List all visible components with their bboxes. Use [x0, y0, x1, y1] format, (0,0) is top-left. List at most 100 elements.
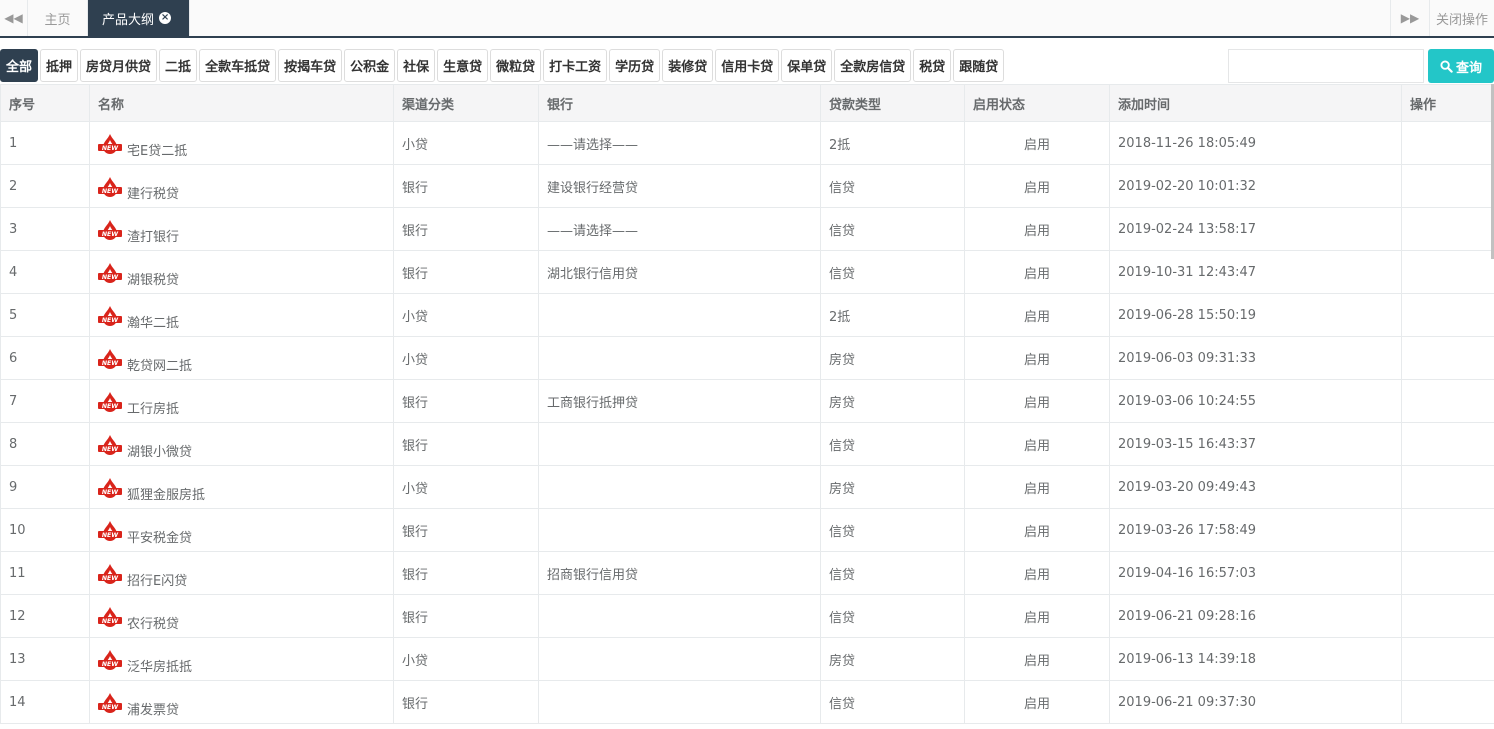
filter-button[interactable]: 房贷月供贷 — [80, 49, 158, 82]
column-header-status[interactable]: 启用状态 — [964, 84, 1110, 122]
cell-actions[interactable] — [1401, 637, 1494, 681]
product-name[interactable]: 招行E闪贷 — [127, 562, 187, 589]
filter-button[interactable]: 按揭车贷 — [278, 49, 343, 82]
cell-name: NEW 工行房抵 — [89, 379, 394, 423]
column-header-name[interactable]: 名称 — [89, 84, 394, 122]
cell-status: 启用 — [964, 594, 1110, 638]
cell-added-time: 2019-10-31 12:43:47 — [1109, 250, 1402, 294]
product-name[interactable]: 平安税金贷 — [127, 519, 192, 546]
product-name[interactable]: 渣打银行 — [127, 218, 179, 245]
filter-button[interactable]: 社保 — [397, 49, 436, 82]
product-name[interactable]: 狐狸金服房抵 — [127, 476, 205, 503]
cell-bank: 工商银行抵押贷 — [538, 379, 821, 423]
table-row[interactable]: 11 NEW 招行E闪贷 银行 招商银行信用贷 信贷 启用 2019-04-16 16:5… — [0, 551, 1494, 595]
cell-loan-type: 信贷 — [820, 594, 965, 638]
tab-home[interactable]: 主页 — [28, 0, 88, 36]
svg-text:NEW: NEW — [102, 188, 119, 195]
column-header-loan-type[interactable]: 贷款类型 — [820, 84, 965, 122]
svg-text:NEW: NEW — [102, 231, 119, 238]
cell-actions[interactable] — [1401, 250, 1494, 294]
table-row[interactable]: 6 NEW 乾贷网二抵 小贷 房贷 启用 2019-06-03 09:31:33 — [0, 336, 1494, 380]
filter-button[interactable]: 跟随贷 — [953, 49, 1005, 82]
cell-actions[interactable] — [1401, 379, 1494, 423]
filter-button[interactable]: 信用卡贷 — [715, 49, 780, 82]
filter-button[interactable]: 公积金 — [344, 49, 396, 82]
table-row[interactable]: 5 NEW 瀚华二抵 小贷 2抵 启用 2019-06-28 15:50:19 — [0, 293, 1494, 337]
cell-actions[interactable] — [1401, 207, 1494, 251]
cell-status: 启用 — [964, 250, 1110, 294]
product-name[interactable]: 湖银小微贷 — [127, 433, 192, 460]
product-name[interactable]: 泛华房抵抵 — [127, 648, 192, 675]
tab-scroll-left-button[interactable]: ◀◀ — [0, 0, 28, 36]
column-header-bank[interactable]: 银行 — [538, 84, 821, 122]
filter-button[interactable]: 全款房信贷 — [834, 49, 912, 82]
product-name[interactable]: 建行税贷 — [127, 175, 179, 202]
table-row[interactable]: 14 NEW 浦发票贷 银行 信贷 启用 2019-06-21 09:37:30 — [0, 680, 1494, 724]
cell-actions[interactable] — [1401, 680, 1494, 724]
search-button[interactable]: 查询 — [1428, 49, 1494, 83]
cell-loan-type: 房贷 — [820, 637, 965, 681]
product-name[interactable]: 工行房抵 — [127, 390, 179, 417]
filter-button[interactable]: 生意贷 — [437, 49, 489, 82]
filter-button[interactable]: 全款车抵贷 — [199, 49, 277, 82]
table-row[interactable]: 12 NEW 农行税贷 银行 信贷 启用 2019-06-21 09:28:16 — [0, 594, 1494, 638]
table-row[interactable]: 8 NEW 湖银小微贷 银行 信贷 启用 2019-03-15 16:43:37 — [0, 422, 1494, 466]
cell-actions[interactable] — [1401, 164, 1494, 208]
cell-channel: 小贷 — [393, 336, 539, 380]
column-header-channel[interactable]: 渠道分类 — [393, 84, 539, 122]
table-row[interactable]: 7 NEW 工行房抵 银行 工商银行抵押贷 房贷 启用 2019-03-06 10:24:… — [0, 379, 1494, 423]
tab-scroll-right-button[interactable]: ▶▶ — [1390, 0, 1429, 36]
table-row[interactable]: 2 NEW 建行税贷 银行 建设银行经营贷 信贷 启用 2019-02-20 10:01:… — [0, 164, 1494, 208]
product-name[interactable]: 湖银税贷 — [127, 261, 179, 288]
new-badge-icon: NEW — [98, 220, 122, 240]
column-header-actions[interactable]: 操作 — [1401, 84, 1494, 122]
table-row[interactable]: 10 NEW 平安税金贷 银行 信贷 启用 2019-03-26 17:58:49 — [0, 508, 1494, 552]
new-badge-icon: NEW — [98, 607, 122, 627]
filter-button[interactable]: 全部 — [0, 49, 39, 82]
table-row[interactable]: 3 NEW 渣打银行 银行 ——请选择—— 信贷 启用 2019-02-24 13:58:… — [0, 207, 1494, 251]
cell-status: 启用 — [964, 508, 1110, 552]
cell-bank — [538, 508, 821, 552]
table-row[interactable]: 9 NEW 狐狸金服房抵 小贷 房贷 启用 2019-03-20 09:49:43 — [0, 465, 1494, 509]
cell-actions[interactable] — [1401, 121, 1494, 165]
close-icon[interactable]: × — [159, 12, 172, 24]
new-badge-icon: NEW — [98, 478, 122, 498]
filter-button[interactable]: 微粒贷 — [490, 49, 542, 82]
tab-product-outline[interactable]: 产品大纲 × — [88, 0, 190, 36]
column-header-no[interactable]: 序号 — [0, 84, 90, 122]
cell-actions[interactable] — [1401, 594, 1494, 638]
cell-actions[interactable] — [1401, 465, 1494, 509]
product-name[interactable]: 瀚华二抵 — [127, 304, 179, 331]
filter-button[interactable]: 二抵 — [159, 49, 198, 82]
filter-button[interactable]: 装修贷 — [662, 49, 714, 82]
search-input[interactable] — [1228, 49, 1424, 83]
product-name[interactable]: 农行税贷 — [127, 605, 179, 632]
cell-no: 14 — [0, 680, 90, 724]
cell-actions[interactable] — [1401, 336, 1494, 380]
cell-actions[interactable] — [1401, 293, 1494, 337]
cell-no: 6 — [0, 336, 90, 380]
cell-loan-type: 房贷 — [820, 379, 965, 423]
filter-button[interactable]: 抵押 — [40, 49, 79, 82]
cell-actions[interactable] — [1401, 422, 1494, 466]
table-row[interactable]: 1 NEW 宅E贷二抵 小贷 ——请选择—— 2抵 启用 2018-11-26 18:05… — [0, 121, 1494, 165]
close-operations-button[interactable]: 关闭操作 — [1429, 0, 1494, 36]
svg-text:NEW: NEW — [102, 274, 119, 281]
product-name[interactable]: 浦发票贷 — [127, 691, 179, 718]
product-table: 序号 名称 渠道分类 银行 贷款类型 启用状态 添加时间 操作 1 NEW 宅E… — [0, 84, 1494, 724]
table-row[interactable]: 4 NEW 湖银税贷 银行 湖北银行信用贷 信贷 启用 2019-10-31 12:43:… — [0, 250, 1494, 294]
cell-added-time: 2019-04-16 16:57:03 — [1109, 551, 1402, 595]
cell-actions[interactable] — [1401, 508, 1494, 552]
column-header-added-time[interactable]: 添加时间 — [1109, 84, 1402, 122]
filter-button[interactable]: 税贷 — [913, 49, 952, 82]
svg-text:NEW: NEW — [102, 575, 119, 582]
table-row[interactable]: 13 NEW 泛华房抵抵 小贷 房贷 启用 2019-06-13 14:39:18 — [0, 637, 1494, 681]
cell-actions[interactable] — [1401, 551, 1494, 595]
cell-no: 5 — [0, 293, 90, 337]
filter-button[interactable]: 打卡工资 — [543, 49, 608, 82]
filter-button[interactable]: 保单贷 — [781, 49, 833, 82]
filter-button[interactable]: 学历贷 — [609, 49, 661, 82]
product-name[interactable]: 宅E贷二抵 — [127, 132, 187, 159]
cell-bank: ——请选择—— — [538, 207, 821, 251]
product-name[interactable]: 乾贷网二抵 — [127, 347, 192, 374]
